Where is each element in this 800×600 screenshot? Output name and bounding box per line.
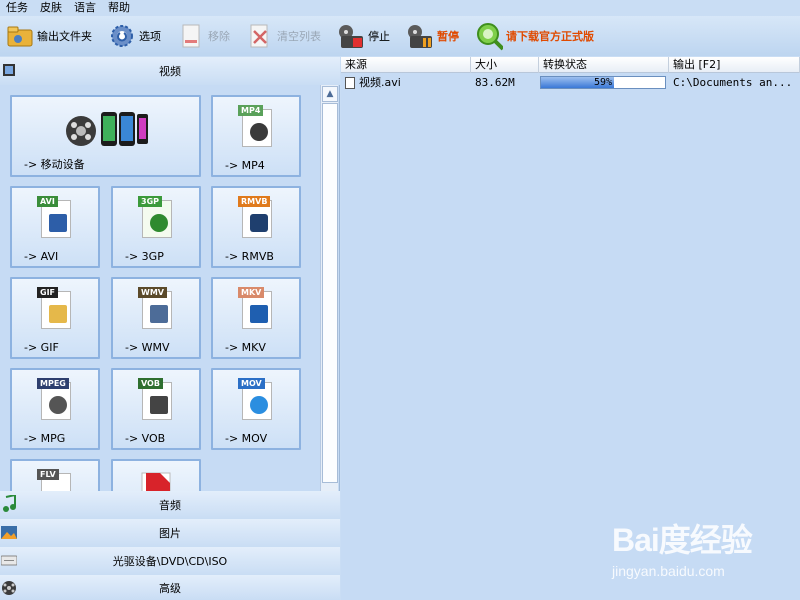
clear-list-button[interactable]: 清空列表 [242, 18, 325, 54]
menu-task[interactable]: 任务 [0, 0, 34, 16]
pause-button[interactable]: 暂停 [402, 18, 463, 54]
watermark-brand: Bai度经验 [612, 522, 753, 558]
folder-icon [6, 22, 34, 50]
menubar: 任务 皮肤 语言 帮助 [0, 0, 800, 16]
disc-drive-icon [0, 550, 18, 570]
download-official-label: 请下载官方正式版 [506, 30, 594, 43]
scroll-up-button[interactable]: ▲ [322, 86, 338, 102]
tile-mov[interactable]: MOV -> MOV [211, 368, 301, 450]
section-advanced[interactable]: 高级 [0, 575, 340, 600]
music-note-icon [0, 494, 18, 514]
conversion-panel: 视频 -> 移动设备 MP4 -> MP4 AVI -> AVI 3GP -> … [0, 57, 340, 600]
tile-label: -> MKV [225, 341, 266, 354]
tile-label: -> AVI [24, 250, 59, 263]
magnifier-globe-icon [475, 22, 503, 51]
output-folder-label: 输出文件夹 [37, 30, 92, 43]
options-label: 选项 [139, 30, 161, 43]
tile-label: -> MP4 [225, 159, 265, 172]
output-path-cell: C:\Documents an... [673, 76, 793, 89]
column-size[interactable]: 大小 [471, 57, 539, 73]
progress-bar: 59% [540, 76, 666, 89]
file-icon [345, 77, 355, 89]
pause-film-icon [406, 22, 434, 50]
section-advanced-label: 高级 [159, 581, 181, 595]
section-picture[interactable]: 图片 [0, 519, 340, 547]
wmv-file-icon: WMV [138, 287, 174, 331]
section-audio[interactable]: 音频 [0, 491, 340, 519]
menu-language[interactable]: 语言 [68, 0, 102, 16]
section-disc[interactable]: 光驱设备\DVD\CD\ISO [0, 547, 340, 575]
output-folder-button[interactable]: 输出文件夹 [2, 18, 96, 54]
tile-gif[interactable]: GIF -> GIF [10, 277, 100, 359]
mobile-device-icon [63, 109, 149, 152]
section-video-label: 视频 [159, 65, 181, 78]
tile-label: -> MOV [225, 432, 268, 445]
options-button[interactable]: 选项 [104, 18, 165, 54]
mov-file-icon: MOV [238, 378, 274, 422]
task-table-header: 来源 大小 转换状态 输出 [F2] [341, 57, 800, 73]
column-output[interactable]: 输出 [F2] [669, 57, 800, 73]
section-disc-label: 光驱设备\DVD\CD\ISO [112, 555, 228, 568]
rmvb-file-icon: RMVB [238, 196, 274, 240]
watermark-url: jingyan.baidu.com [612, 563, 725, 579]
tile-mobile-device[interactable]: -> 移动设备 [10, 95, 201, 177]
tile-3gp[interactable]: 3GP -> 3GP [111, 186, 201, 268]
toolbar: 输出文件夹 选项 移除 清空列表 停止 暂停 请下载官方正式版 [0, 16, 800, 56]
gear-icon [108, 22, 136, 50]
section-video[interactable]: 视频 [0, 57, 340, 85]
tile-rmvb[interactable]: RMVB -> RMVB [211, 186, 301, 268]
source-cell: 视频.avi [345, 74, 471, 92]
mkv-file-icon: MKV [238, 287, 274, 331]
column-status[interactable]: 转换状态 [539, 57, 669, 73]
stop-film-icon [337, 22, 365, 50]
3gp-file-icon: 3GP [138, 196, 174, 240]
tile-label: -> GIF [24, 341, 59, 354]
tile-vob[interactable]: VOB -> VOB [111, 368, 201, 450]
advanced-film-icon [0, 578, 18, 598]
section-picture-label: 图片 [159, 527, 181, 540]
column-source[interactable]: 来源 [341, 57, 471, 73]
remove-file-icon [177, 22, 205, 50]
pause-label: 暂停 [437, 30, 459, 43]
section-audio-label: 音频 [159, 499, 181, 512]
tile-label: -> 移动设备 [24, 158, 85, 171]
tile-label: -> MPG [24, 432, 66, 445]
format-grid: -> 移动设备 MP4 -> MP4 AVI -> AVI 3GP -> 3GP… [0, 85, 320, 548]
avi-file-icon: AVI [37, 196, 73, 240]
progress-text: 59% [593, 77, 613, 88]
menu-skin[interactable]: 皮肤 [34, 0, 68, 16]
tile-label: -> WMV [125, 341, 170, 354]
stop-label: 停止 [368, 30, 390, 43]
tile-mpg[interactable]: MPEG -> MPG [10, 368, 100, 450]
gif-file-icon: GIF [37, 287, 73, 331]
size-cell: 83.62M [475, 76, 515, 89]
remove-label: 移除 [208, 30, 230, 43]
tile-label: -> RMVB [225, 250, 274, 263]
download-official-button[interactable]: 请下载官方正式版 [471, 18, 598, 54]
menu-help[interactable]: 帮助 [102, 0, 136, 16]
mpg-file-icon: MPEG [37, 378, 73, 422]
mp4-file-icon: MP4 [238, 105, 274, 149]
tile-mp4[interactable]: MP4 -> MP4 [211, 95, 301, 177]
vob-file-icon: VOB [138, 378, 174, 422]
tile-wmv[interactable]: WMV -> WMV [111, 277, 201, 359]
source-filename: 视频.avi [359, 76, 401, 89]
picture-icon [0, 522, 18, 542]
clear-list-icon [246, 22, 274, 50]
stop-button[interactable]: 停止 [333, 18, 394, 54]
table-row[interactable]: 视频.avi 83.62M 59% C:\Documents an... [341, 74, 800, 92]
clear-list-label: 清空列表 [277, 30, 321, 43]
tile-mkv[interactable]: MKV -> MKV [211, 277, 301, 359]
baidu-watermark: Bai度经验 jingyan.baidu.com [612, 515, 762, 585]
tile-label: -> 3GP [125, 250, 164, 263]
remove-button[interactable]: 移除 [173, 18, 234, 54]
tile-label: -> VOB [125, 432, 166, 445]
scroll-thumb[interactable] [322, 103, 338, 483]
grid-scrollbar[interactable]: ▲ ▼ [320, 85, 338, 548]
tile-avi[interactable]: AVI -> AVI [10, 186, 100, 268]
video-film-icon [0, 60, 18, 80]
